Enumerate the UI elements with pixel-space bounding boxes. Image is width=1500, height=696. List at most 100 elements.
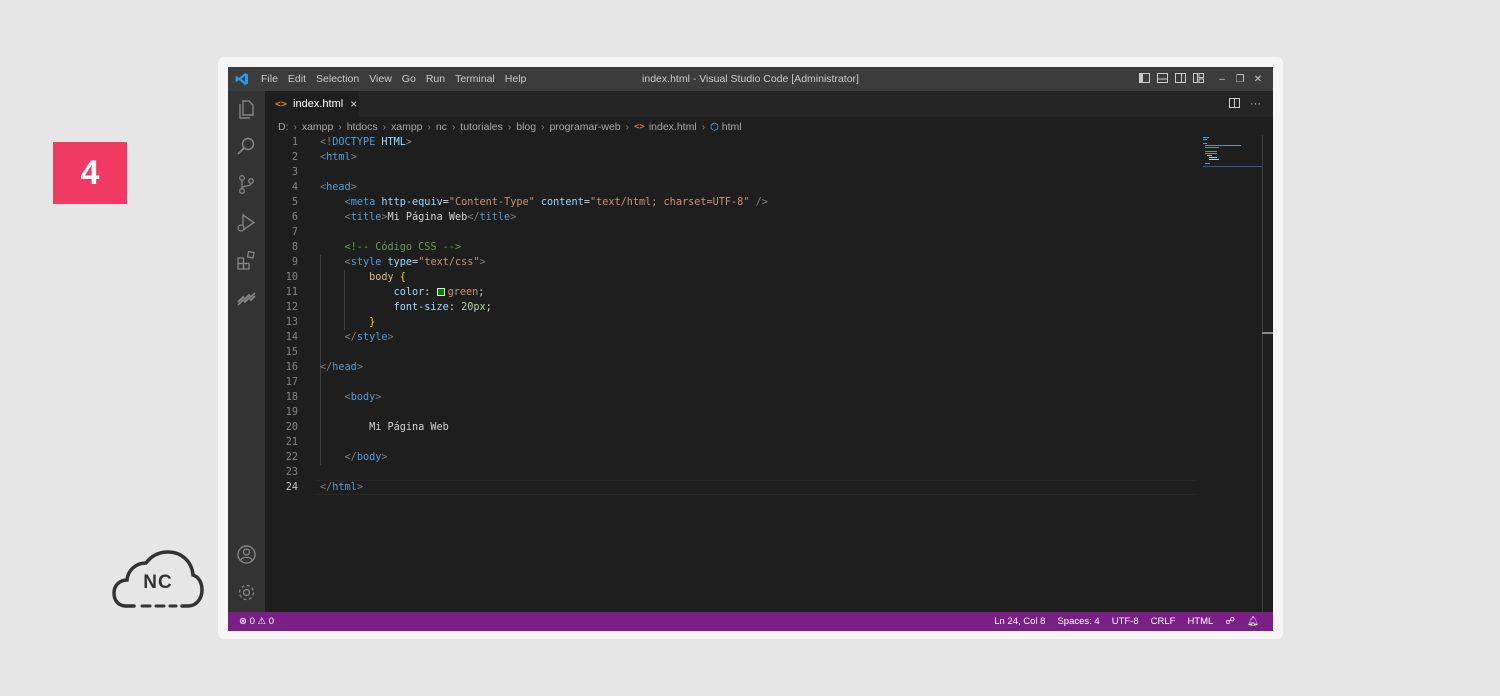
remote-icon[interactable] [236, 288, 257, 309]
chevron-right-icon: › [701, 121, 706, 133]
code-line: 3 [291, 167, 298, 178]
editor-actions: ··· [1219, 91, 1261, 117]
chevron-right-icon: › [451, 121, 456, 133]
menu-go[interactable]: Go [402, 73, 416, 85]
code-line: 22 </body> [285, 452, 388, 463]
code-line: 15 [285, 347, 298, 358]
vertical-scrollbar[interactable] [1262, 135, 1263, 612]
breadcrumb-item[interactable]: xampp [302, 121, 334, 133]
layout-customize-icon[interactable] [1189, 72, 1207, 86]
chevron-right-icon: › [507, 121, 512, 133]
breadcrumb-item[interactable]: nc [436, 121, 447, 133]
code-line: 19 [285, 407, 298, 418]
code-editor[interactable]: 1 <!DOCTYPE HTML> 2 <html> 3 4 <head> 5 … [265, 135, 1273, 612]
split-editor-icon[interactable] [1229, 97, 1240, 111]
restore-icon[interactable]: ❐ [1231, 74, 1249, 85]
error-count: 0 [249, 616, 255, 627]
activity-bar [228, 91, 265, 612]
encoding[interactable]: UTF-8 [1112, 616, 1139, 627]
notifications-bell-icon[interactable]: 🔔︎ [1247, 616, 1259, 627]
code-line: 20 Mi Página Web [285, 422, 449, 433]
current-line-highlight [317, 480, 1195, 495]
code-line: 12 font-size: 20px; [285, 302, 492, 313]
error-icon: ⊗ [239, 616, 247, 627]
breadcrumb-item[interactable]: xampp [391, 121, 423, 133]
chevron-right-icon: › [338, 121, 342, 133]
breadcrumb-item[interactable]: tutoriales [460, 121, 503, 133]
vscode-window: index.html - Visual Studio Code [Adminis… [228, 67, 1273, 631]
menu-view[interactable]: View [369, 73, 392, 85]
account-icon[interactable] [236, 544, 257, 565]
tab-close-icon[interactable]: × [350, 97, 357, 111]
code-line: 16 </head> [285, 362, 363, 373]
cursor-position[interactable]: Ln 24, Col 8 [994, 616, 1045, 627]
menu-run[interactable]: Run [426, 73, 445, 85]
code-line: 4 <head> [291, 182, 357, 193]
status-bar-right: Ln 24, Col 8 Spaces: 4 UTF-8 CRLF HTML ☍… [982, 612, 1259, 631]
nc-cloud-logo: NC [112, 550, 204, 612]
source-control-icon[interactable] [236, 174, 257, 195]
menu-selection[interactable]: Selection [316, 73, 359, 85]
layout-sidebar-right-icon[interactable] [1171, 72, 1189, 86]
code-line: 14 </style> [285, 332, 394, 343]
chevron-right-icon: › [427, 121, 431, 133]
layout-panel-icon[interactable] [1153, 72, 1171, 86]
more-actions-icon[interactable]: ··· [1250, 98, 1261, 110]
chevron-right-icon: › [382, 121, 386, 133]
indentation[interactable]: Spaces: 4 [1057, 616, 1099, 627]
code-line: 7 [291, 227, 298, 238]
editor-tab-bar: <> index.html × ··· [265, 91, 1273, 117]
menu-file[interactable]: File [261, 73, 278, 85]
breadcrumb-file[interactable]: index.html [649, 121, 697, 133]
run-debug-icon[interactable] [236, 212, 257, 233]
close-icon[interactable]: ✕ [1249, 74, 1267, 85]
menu-terminal[interactable]: Terminal [455, 73, 495, 85]
code-line: 23 [285, 467, 298, 478]
settings-gear-icon[interactable] [236, 582, 257, 603]
breadcrumb-symbol[interactable]: html [722, 121, 742, 133]
feedback-icon[interactable]: ☍ [1225, 616, 1235, 627]
extensions-icon[interactable] [236, 250, 257, 271]
logo-text: NC [143, 572, 173, 593]
minimap[interactable] [1203, 135, 1263, 175]
code-line: 13 } [285, 317, 376, 328]
warning-icon: ⚠ [257, 616, 267, 627]
menu-edit[interactable]: Edit [288, 73, 306, 85]
minimize-icon[interactable]: – [1213, 74, 1231, 85]
layout-sidebar-icon[interactable] [1135, 72, 1153, 86]
code-line: 11 color: green; [285, 287, 485, 298]
chevron-right-icon: › [541, 121, 545, 133]
step-number-badge: 4 [53, 142, 127, 204]
code-line: 6 <title>Mi Página Web</title> [291, 212, 517, 223]
problems-indicator[interactable]: ⊗ 0 ⚠ 0 [239, 612, 274, 631]
code-line: 10 body { [285, 272, 406, 283]
code-line: 5 <meta http-equiv="Content-Type" conten… [291, 197, 768, 208]
tab-index-html[interactable]: <> index.html × [265, 91, 359, 117]
breadcrumb: D: › xampp › htdocs › xampp › nc › tutoriales… [278, 119, 742, 135]
code-line: 1 <!DOCTYPE HTML> [291, 137, 413, 148]
html-file-icon: <> [633, 122, 645, 132]
code-line: 17 [285, 377, 298, 388]
end-of-line[interactable]: CRLF [1151, 616, 1176, 627]
code-line: 21 [285, 437, 298, 448]
code-line-active: 24 </html> [265, 480, 1195, 495]
breadcrumb-item[interactable]: blog [516, 121, 536, 133]
color-swatch[interactable] [436, 288, 445, 296]
chevron-right-icon: › [293, 121, 297, 133]
explorer-icon[interactable] [236, 98, 257, 119]
language-mode[interactable]: HTML [1187, 616, 1213, 627]
code-line: 2 <html> [291, 152, 357, 163]
menu-bar: File Edit Selection View Go Run Terminal… [261, 67, 536, 91]
title-bar: index.html - Visual Studio Code [Adminis… [228, 67, 1273, 91]
breadcrumb-item[interactable]: programar-web [549, 121, 620, 133]
breadcrumb-item[interactable]: D: [278, 121, 289, 133]
code-line: 18 <body> [285, 392, 382, 403]
search-icon[interactable] [236, 136, 257, 157]
status-bar: ⊗ 0 ⚠ 0 Ln 24, Col 8 Spaces: 4 UTF-8 CRL… [228, 612, 1273, 631]
menu-help[interactable]: Help [505, 73, 527, 85]
breadcrumb-item[interactable]: htdocs [347, 121, 378, 133]
chevron-right-icon: › [625, 121, 629, 133]
symbol-element-icon: ⬡ [710, 121, 719, 133]
code-line: 9 <style type="text/css"> [291, 257, 486, 268]
html-file-icon: <> [275, 98, 288, 110]
